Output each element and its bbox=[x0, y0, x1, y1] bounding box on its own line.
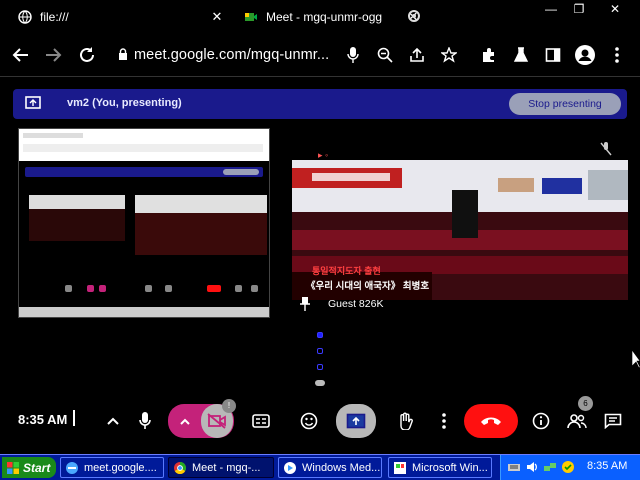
pager-dot[interactable] bbox=[317, 364, 323, 370]
present-now-button[interactable] bbox=[336, 404, 376, 438]
taskbar-item-media-player[interactable]: Windows Med... bbox=[278, 457, 382, 478]
raise-hand-button[interactable] bbox=[394, 404, 416, 438]
pager-more[interactable] bbox=[315, 380, 325, 386]
mini-taskbar bbox=[19, 307, 269, 317]
close-window-icon[interactable]: ✕ bbox=[606, 2, 624, 16]
menu-kebab-icon[interactable] bbox=[606, 44, 628, 66]
mini-meet-view bbox=[19, 161, 269, 317]
profile-avatar-icon[interactable] bbox=[574, 44, 596, 66]
video-caption-subtitle: 《우리 시대의 애국자》 최병호 bbox=[306, 281, 430, 292]
chrome-icon bbox=[174, 461, 187, 474]
restore-icon[interactable]: ❐ bbox=[570, 2, 588, 16]
ie-icon bbox=[66, 461, 78, 474]
taskbar-item-windows[interactable]: Microsoft Win... bbox=[388, 457, 492, 478]
tab-title: file:/// bbox=[40, 10, 69, 24]
windows-taskbar: Start meet.google.... Meet - mgq-... Win… bbox=[0, 454, 640, 480]
pager-dot[interactable] bbox=[317, 332, 323, 338]
network-icon[interactable] bbox=[543, 460, 557, 474]
start-button[interactable]: Start bbox=[2, 457, 56, 478]
camera-warning-badge: ! bbox=[222, 399, 236, 413]
tab-file[interactable]: file:/// ✕ bbox=[18, 4, 228, 30]
mini-browser-chrome bbox=[19, 129, 269, 161]
globe-icon bbox=[18, 10, 32, 24]
keyboard-icon[interactable] bbox=[507, 460, 521, 474]
chevron-up-icon[interactable] bbox=[102, 404, 124, 438]
media-player-icon bbox=[284, 461, 296, 474]
tab-strip: file:/// ✕ Meet - mgq-unmr-ogg ✕ — ❐ ✕ bbox=[0, 0, 640, 34]
back-arrow-icon[interactable] bbox=[10, 44, 32, 66]
mini-controls bbox=[25, 285, 265, 297]
meeting-clock: 8:35 AM bbox=[18, 412, 68, 427]
close-tab-icon[interactable]: ✕ bbox=[210, 10, 224, 24]
leave-call-button[interactable] bbox=[464, 404, 518, 438]
presenting-banner: vm2 (You, presenting) Stop presenting bbox=[13, 89, 627, 119]
emoji-reaction-button[interactable] bbox=[298, 404, 320, 438]
mini-feed-right bbox=[135, 195, 267, 255]
lock-icon bbox=[118, 48, 128, 66]
self-presentation-tile bbox=[18, 128, 270, 318]
mini-banner bbox=[25, 167, 263, 177]
windows-icon bbox=[394, 461, 406, 474]
windows-logo-icon bbox=[7, 461, 19, 474]
zoom-icon[interactable] bbox=[374, 44, 396, 66]
meet-icon bbox=[244, 10, 258, 24]
url-text: meet.google.com/mgq-unmr... bbox=[134, 47, 330, 63]
mic-muted-icon bbox=[600, 142, 614, 156]
share-icon[interactable] bbox=[406, 44, 428, 66]
system-tray: 8:35 AM bbox=[500, 455, 640, 480]
microphone-button[interactable] bbox=[134, 404, 156, 438]
labs-flask-icon[interactable] bbox=[510, 44, 532, 66]
taskbar-item-chrome[interactable]: Meet - mgq-... bbox=[168, 457, 274, 478]
chevron-up-icon[interactable] bbox=[169, 418, 201, 425]
chat-button[interactable] bbox=[602, 404, 624, 438]
tab-meet[interactable]: Meet - mgq-unmr-ogg ✕ bbox=[244, 4, 424, 30]
start-label: Start bbox=[23, 460, 51, 475]
clock-separator bbox=[73, 410, 75, 426]
microphone-icon[interactable] bbox=[342, 44, 364, 66]
captions-button[interactable] bbox=[250, 404, 272, 438]
mini-feed-left bbox=[29, 195, 125, 241]
mouse-cursor-icon bbox=[631, 349, 640, 369]
bookmark-star-icon[interactable] bbox=[438, 44, 460, 66]
more-options-button[interactable] bbox=[434, 404, 454, 438]
browser-toolbar: meet.google.com/mgq-unmr... bbox=[0, 34, 640, 76]
taskbar-item-ie[interactable]: meet.google.... bbox=[60, 457, 164, 478]
extensions-icon[interactable] bbox=[478, 44, 500, 66]
pager-dot[interactable] bbox=[317, 348, 323, 354]
participant-count-badge: 6 bbox=[578, 396, 593, 411]
recording-icon bbox=[408, 10, 420, 22]
present-screen-icon bbox=[25, 96, 41, 110]
toolbar-divider bbox=[0, 76, 640, 77]
banner-text: vm2 (You, presenting) bbox=[67, 97, 182, 109]
tab-title: Meet - mgq-unmr-ogg bbox=[266, 10, 383, 24]
tile-pager[interactable] bbox=[315, 332, 325, 392]
minimize-icon[interactable]: — bbox=[542, 2, 560, 16]
stop-presenting-button[interactable]: Stop presenting bbox=[509, 93, 621, 115]
taskbar-clock[interactable]: 8:35 AM bbox=[587, 460, 627, 472]
security-shield-icon[interactable] bbox=[561, 460, 575, 474]
forward-arrow-icon[interactable] bbox=[42, 44, 64, 66]
participant-video[interactable]: 통일적지도자 출현 《우리 시대의 애국자》 최병호 bbox=[292, 160, 628, 300]
participant-name: Guest 826K bbox=[328, 298, 384, 310]
video-caption-title: 통일적지도자 출현 bbox=[312, 266, 381, 276]
volume-icon[interactable] bbox=[525, 460, 539, 474]
pin-icon[interactable] bbox=[300, 297, 310, 311]
reload-icon[interactable] bbox=[76, 44, 98, 66]
meeting-info-button[interactable] bbox=[530, 404, 552, 438]
side-panel-icon[interactable] bbox=[542, 44, 564, 66]
